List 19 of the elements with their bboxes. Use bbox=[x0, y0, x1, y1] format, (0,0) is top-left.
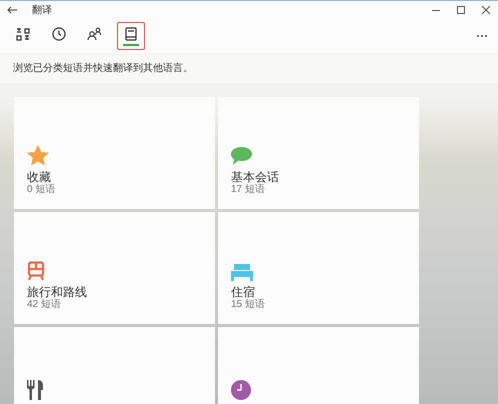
category-title: 旅行和路线 bbox=[27, 285, 88, 299]
toolbar-tab[interactable] bbox=[117, 22, 145, 50]
category-tile[interactable]: 旅行和路线 42 短语 bbox=[14, 212, 215, 324]
category-tile[interactable]: 收藏 0 短语 bbox=[14, 97, 215, 209]
phrase-count: 42 短语 bbox=[27, 299, 62, 310]
translate-icon bbox=[16, 26, 30, 40]
clock-icon bbox=[52, 26, 66, 40]
description-text: 浏览已分类短语并快速翻译到其他语言。 bbox=[13, 62, 193, 76]
phrase-count: 15 短语 bbox=[231, 299, 266, 310]
phrase-count: 17 短语 bbox=[231, 184, 266, 195]
window-title: 翻译 bbox=[32, 4, 52, 18]
category-title: 收藏 bbox=[27, 170, 52, 184]
people-icon bbox=[87, 26, 103, 40]
book-icon bbox=[125, 26, 137, 40]
category-tile[interactable]: 基本会话 17 短语 bbox=[218, 97, 419, 209]
category-tile[interactable]: 住宿 15 短语 bbox=[218, 212, 419, 324]
category-title: 基本会话 bbox=[231, 170, 280, 184]
category-title: 住宿 bbox=[231, 285, 256, 299]
phrase-count: 0 短语 bbox=[27, 184, 56, 195]
